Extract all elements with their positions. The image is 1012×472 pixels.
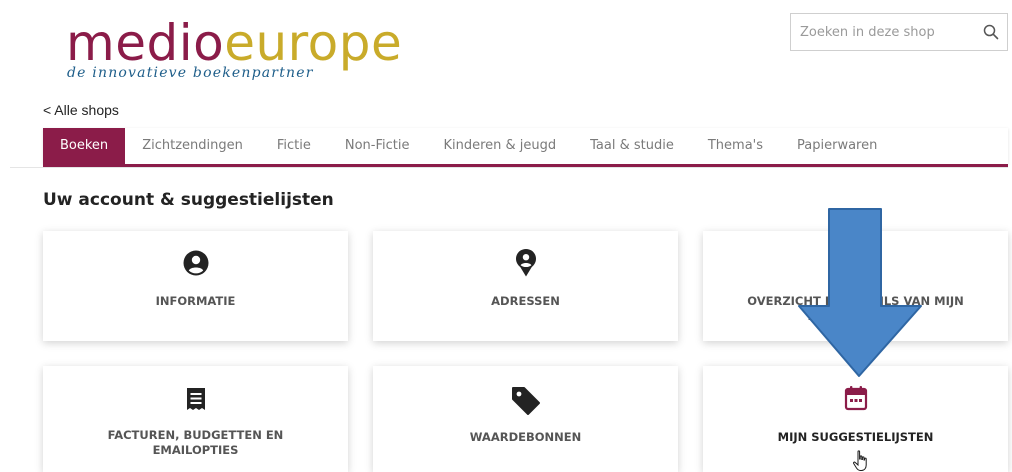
map-marker-icon <box>515 249 536 277</box>
card-waardebonnen-label: Waardebonnen <box>469 430 582 444</box>
all-shops-link[interactable]: < Alle shops <box>43 102 119 118</box>
tab-kinderen-jeugd[interactable]: Kinderen & jeugd <box>426 128 573 164</box>
logo-medio: medio <box>66 14 225 72</box>
search-input[interactable] <box>791 14 971 50</box>
tab-fictie[interactable]: Fictie <box>260 128 328 164</box>
card-waardebonnen[interactable]: Waardebonnen <box>373 366 678 472</box>
tag-icon <box>511 387 540 415</box>
nav-underline <box>43 164 1008 167</box>
tab-themas[interactable]: Thema's <box>691 128 780 164</box>
card-informatie-label: Informatie <box>155 294 236 308</box>
tab-zichtzendingen[interactable]: Zichtzendingen <box>125 128 260 164</box>
tab-non-fictie[interactable]: Non-Fictie <box>328 128 427 164</box>
site-logo[interactable]: medioeurope de innovatieve boekenpartner <box>66 14 402 81</box>
category-nav: Boeken Zichtzendingen Fictie Non-Fictie … <box>43 128 1008 164</box>
page-title: Uw account & suggestielijsten <box>43 190 334 210</box>
search-box <box>790 13 1008 51</box>
tab-boeken[interactable]: Boeken <box>43 128 126 164</box>
down-arrow-annotation <box>798 208 922 377</box>
search-icon[interactable] <box>983 24 999 40</box>
hand-cursor-icon <box>852 450 867 471</box>
logo-tagline: de innovatieve boekenpartner <box>67 65 314 81</box>
logo-europe: europe <box>224 14 403 72</box>
logo-wordmark: medioeurope <box>66 14 402 72</box>
card-mijn-suggestielijsten-label: Mijn suggestielijsten <box>777 430 934 444</box>
card-facturen-label: Facturen, budgetten en emailopties <box>107 428 284 457</box>
calendar-icon <box>844 386 867 411</box>
tab-papierwaren[interactable]: Papierwaren <box>780 128 894 164</box>
card-informatie[interactable]: Informatie <box>43 231 348 341</box>
receipt-icon <box>186 388 205 410</box>
user-circle-icon <box>183 250 208 276</box>
card-adressen[interactable]: Adressen <box>373 231 678 341</box>
tab-taal-studie[interactable]: Taal & studie <box>573 128 691 164</box>
card-facturen[interactable]: Facturen, budgetten en emailopties <box>43 366 348 472</box>
nav-shadow-line <box>10 167 1008 168</box>
card-adressen-label: Adressen <box>491 294 560 308</box>
